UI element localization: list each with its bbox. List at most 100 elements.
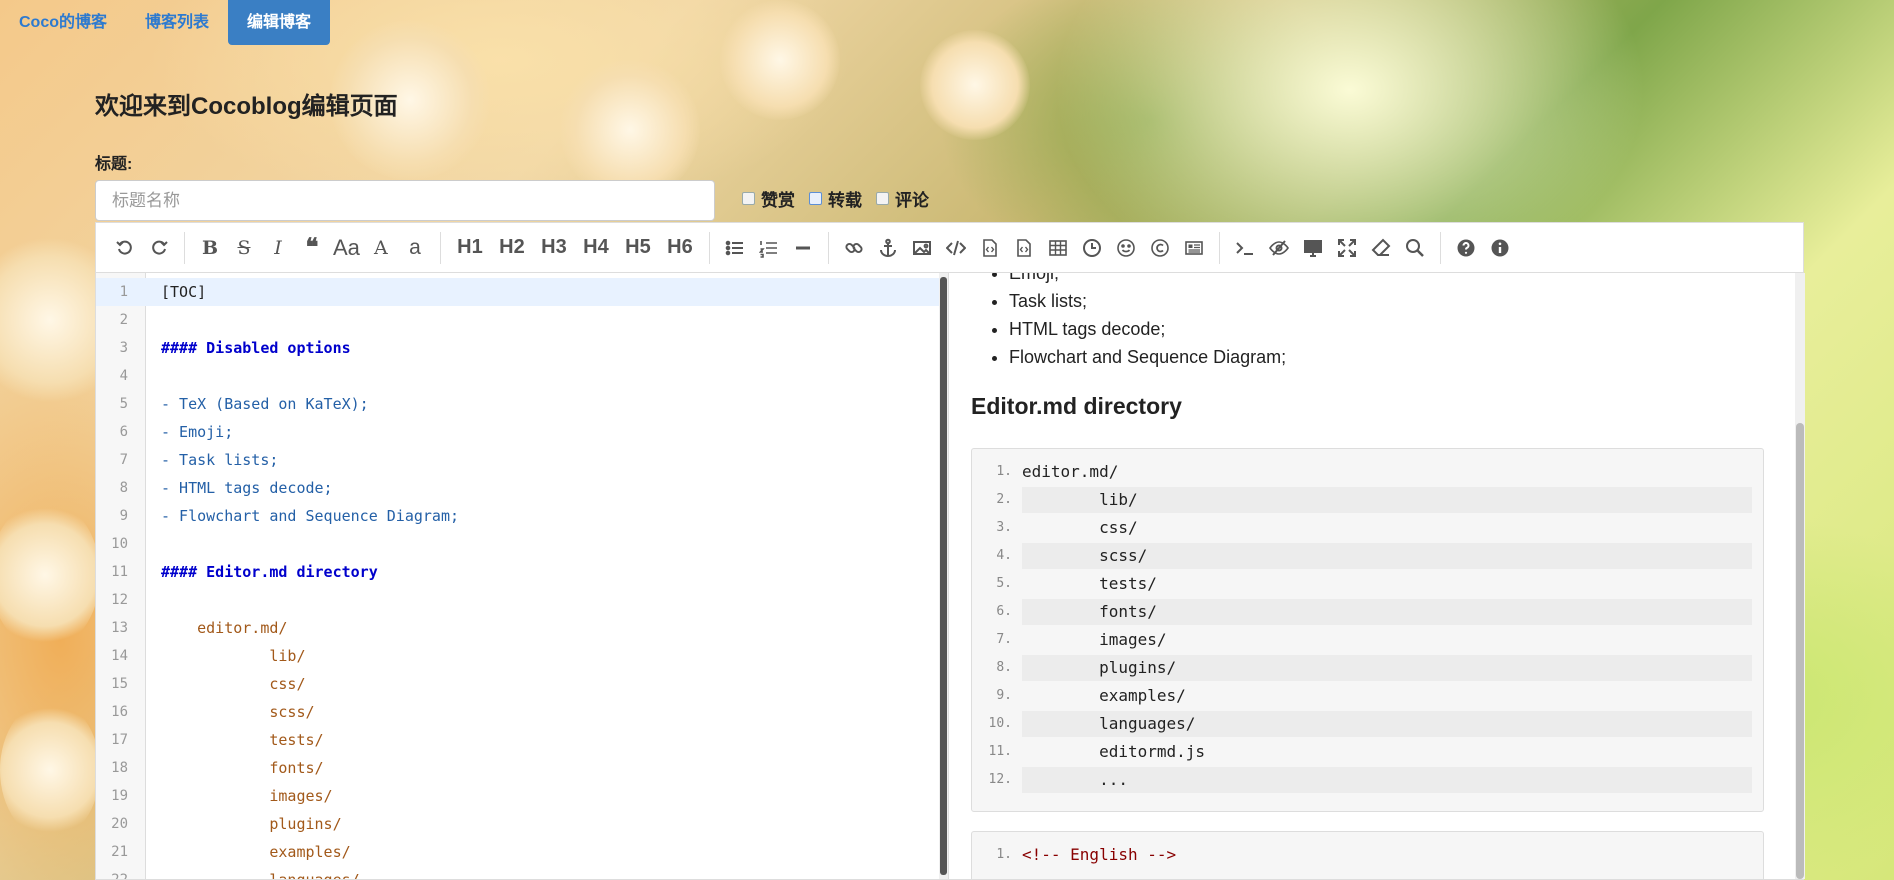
line-number: 18 [111,760,128,776]
code-text: examples/ [161,843,351,861]
line-number: 3. [996,520,1012,535]
lowercase-icon: a [409,235,421,259]
strikethrough-button[interactable]: S [227,231,261,265]
nav-blog-list-link[interactable]: 博客列表 [126,0,228,45]
code-line: 20 plugins/ [96,810,939,838]
h5-button[interactable]: H5 [617,231,659,265]
code-text: [TOC] [161,283,207,301]
code-text: fonts/ [161,759,324,777]
datetime-button[interactable] [1075,231,1109,265]
uppercase-icon: Aa [333,234,360,260]
inline-code-button[interactable] [939,231,973,265]
line-number: 7 [119,452,128,468]
help-button[interactable] [1449,231,1483,265]
code-block-line: 9. examples/ [996,683,1752,709]
code-line: 7 - Task lists; [96,446,939,474]
unordered-list-button[interactable] [718,231,752,265]
uppercase-button[interactable]: Aa [329,231,364,265]
code-text: languages/ [161,866,359,879]
line-number: 5 [119,396,128,412]
info-icon [1491,239,1509,256]
search-icon [1405,238,1424,257]
repost-checkbox[interactable] [809,192,822,205]
blossom-decoration [0,500,100,650]
code-text: ... [1022,770,1128,789]
line-number: 15 [111,676,128,692]
link-button[interactable] [837,231,871,265]
title-input[interactable] [95,180,715,221]
nav-brand-link[interactable]: Coco的博客 [0,0,126,45]
link-icon [845,242,863,253]
code-scrollbar-thumb[interactable] [940,277,947,875]
fullscreen-button[interactable] [1330,231,1364,265]
option-appreciate[interactable]: 赞赏 [742,186,795,211]
h4-button[interactable]: H4 [575,231,617,265]
image-button[interactable] [905,231,939,265]
preview-scrollbar-thumb[interactable] [1796,423,1804,879]
h6-button[interactable]: H6 [659,231,701,265]
image-icon [912,240,931,255]
code-icon [945,240,966,255]
line-number: 2 [119,312,128,328]
code-text: css/ [1022,518,1138,537]
markdown-editor: B S I ❝ Aa A a H1 H2 H3 H4 H5 H6 1 [TOC]… [95,222,1805,880]
eraser-icon [1371,238,1391,256]
html-entities-button[interactable] [1143,231,1177,265]
code-block-button[interactable] [973,231,1007,265]
code-text: languages/ [1022,714,1196,733]
capitalize-button[interactable]: A [364,231,398,265]
option-comment[interactable]: 评论 [876,186,929,211]
list-item: Flowchart and Sequence Diagram; [1009,343,1286,371]
clear-button[interactable] [1364,231,1398,265]
code-block: 1. <!-- English --> [971,831,1764,879]
line-number: 11 [111,564,128,580]
code-text: - TeX (Based on KaTeX); [161,395,369,413]
anchor-button[interactable] [871,231,905,265]
quote-icon: ❝ [305,234,319,261]
emoji-button[interactable] [1109,231,1143,265]
horizontal-rule-button[interactable] [786,231,820,265]
h3-button[interactable]: H3 [533,231,575,265]
preview-button[interactable] [1296,231,1330,265]
option-repost[interactable]: 转载 [809,186,862,211]
goto-line-button[interactable] [1228,231,1262,265]
list-item: Task lists; [1009,287,1286,315]
table-button[interactable] [1041,231,1075,265]
redo-button[interactable] [142,231,176,265]
code-text: - HTML tags decode; [161,479,333,497]
appreciate-checkbox[interactable] [742,192,755,205]
undo-button[interactable] [108,231,142,265]
toolbar-divider [184,231,185,264]
info-button[interactable] [1483,231,1517,265]
line-number: 7. [996,632,1012,647]
search-button[interactable] [1398,231,1432,265]
toggle-watch-button[interactable] [1262,231,1296,265]
code-line: 3 #### Disabled options [96,334,939,362]
markdown-code-pane[interactable]: 1 [TOC] 2 3 #### Disabled options 4 5 - TeX (Ba… [96,273,948,879]
undo-icon [116,240,132,255]
preformatted-text-button[interactable] [1007,231,1041,265]
italic-button[interactable]: I [261,231,295,265]
ordered-list-button[interactable] [752,231,786,265]
code-text: <!-- English --> [1022,845,1177,864]
anchor-icon [879,238,896,257]
code-text: css/ [161,675,306,693]
pagebreak-button[interactable] [1177,231,1211,265]
toolbar-divider [439,231,441,264]
code-block-line: 2. lib/ [996,487,1752,513]
blossom-decoration [920,30,1030,140]
line-number: 20 [111,816,128,832]
lowercase-button[interactable]: a [398,231,432,265]
strikethrough-icon: S [237,236,251,259]
quote-button[interactable]: ❝ [295,231,329,265]
code-text: tests/ [1022,574,1157,593]
nav-edit-blog-link[interactable]: 编辑博客 [228,0,331,45]
bold-button[interactable]: B [193,231,227,265]
toolbar-divider [827,231,829,264]
h2-button[interactable]: H2 [491,231,533,265]
comment-checkbox[interactable] [876,192,889,205]
blossom-decoration [720,0,840,120]
minus-icon [795,246,810,249]
h1-button[interactable]: H1 [449,231,491,265]
preview-feature-list: Emoji; Task lists; HTML tags decode; Flo… [979,273,1286,371]
